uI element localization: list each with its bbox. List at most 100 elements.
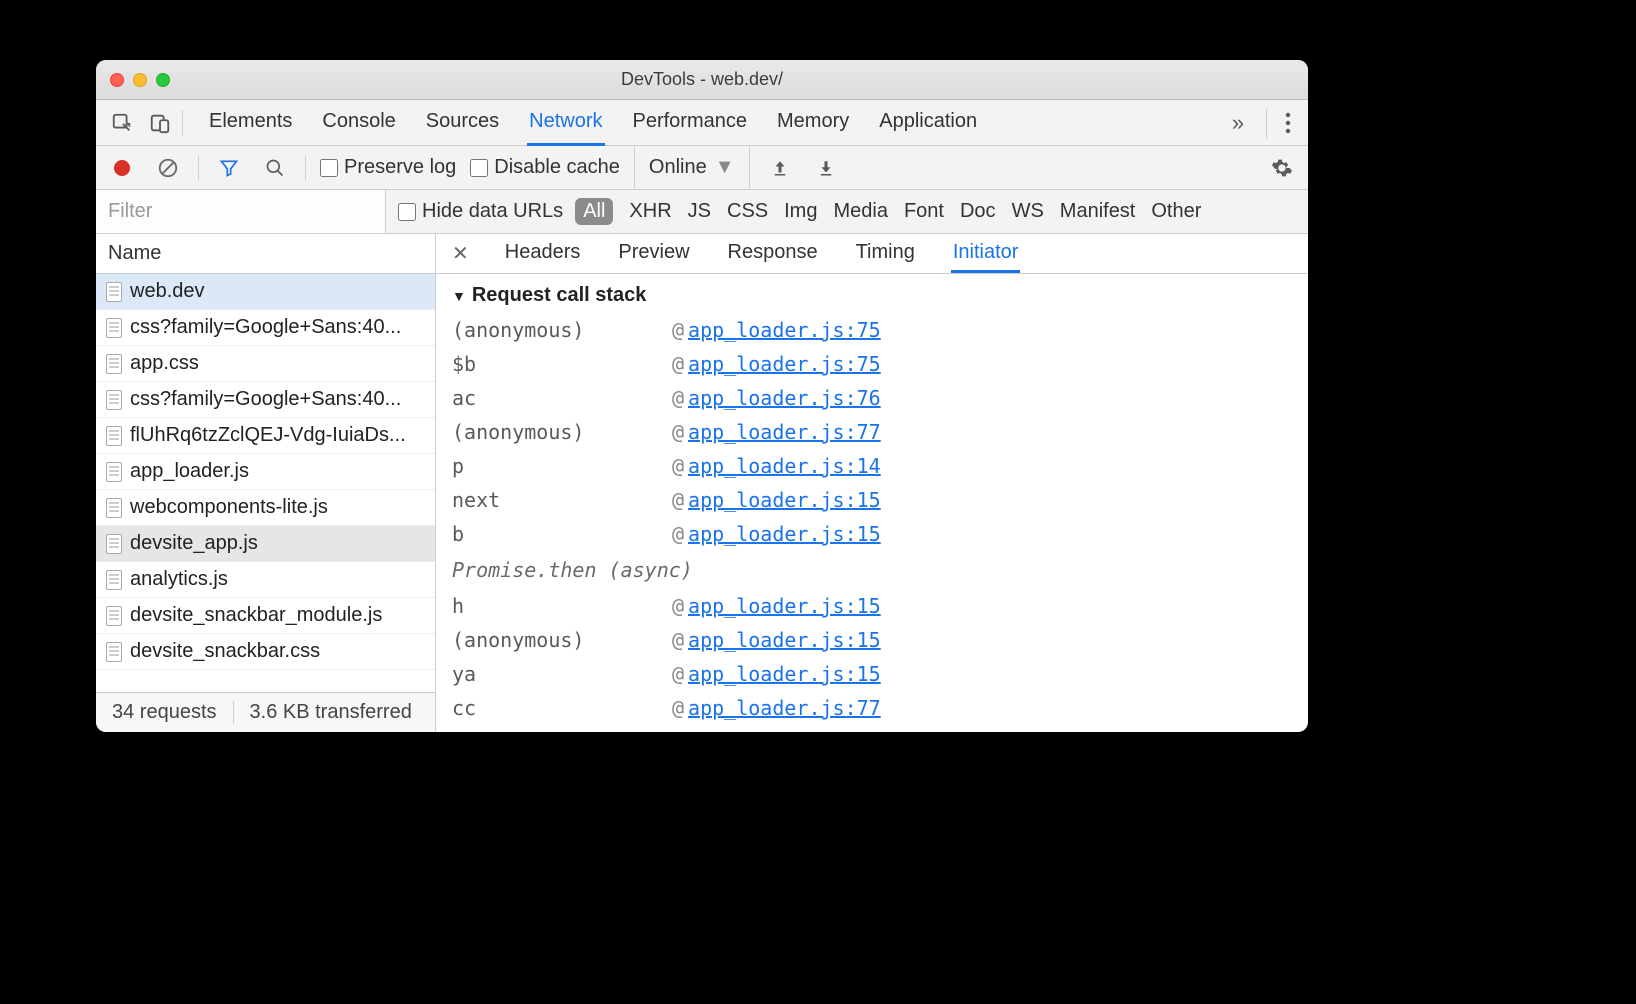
filter-type-js[interactable]: JS [688,200,711,223]
request-row[interactable]: webcomponents-lite.js [96,490,435,526]
stack-frame: (anonymous)@ app_loader.js:77 [452,415,1292,449]
request-row[interactable]: flUhRq6tzZclQEJ-Vdg-IuiaDs... [96,418,435,454]
filter-type-media[interactable]: Media [833,200,887,223]
preserve-log-checkbox[interactable]: Preserve log [320,156,456,179]
request-name: devsite_snackbar_module.js [130,604,382,627]
request-row[interactable]: app.css [96,346,435,382]
record-button[interactable] [106,152,138,184]
document-icon [106,282,122,302]
filter-bar: Hide data URLs All XHR JS CSS Img Media Font Do… [96,190,1308,234]
request-name: app.css [130,352,199,375]
detail-tab-initiator[interactable]: Initiator [951,235,1021,273]
request-row[interactable]: css?family=Google+Sans:40... [96,382,435,418]
search-icon[interactable] [259,152,291,184]
clear-button[interactable] [152,152,184,184]
at-symbol: @ [672,449,684,483]
stack-function: ac [452,381,672,415]
stack-source-link[interactable]: app_loader.js:15 [688,623,881,657]
request-row[interactable]: devsite_snackbar.css [96,634,435,670]
tab-sources[interactable]: Sources [424,100,501,146]
detail-tab-headers[interactable]: Headers [503,235,583,273]
filter-type-img[interactable]: Img [784,200,817,223]
filter-type-other[interactable]: Other [1151,200,1201,223]
stack-frame: next@ app_loader.js:15 [452,483,1292,517]
disable-cache-checkbox[interactable]: Disable cache [470,156,620,179]
request-row[interactable]: devsite_app.js [96,526,435,562]
request-row[interactable]: devsite_snackbar_module.js [96,598,435,634]
stack-function: cc [452,691,672,725]
tab-elements[interactable]: Elements [207,100,294,146]
document-icon [106,318,122,338]
inspect-element-icon[interactable] [106,107,138,139]
filter-type-css[interactable]: CSS [727,200,768,223]
stack-source-link[interactable]: app_loader.js:15 [688,657,881,691]
name-column-header[interactable]: Name [96,234,435,274]
divider [182,110,183,136]
throttling-dropdown[interactable]: Online ▼ [634,146,750,189]
request-row[interactable]: app_loader.js [96,454,435,490]
close-detail-icon[interactable]: ✕ [452,241,469,266]
settings-gear-icon[interactable] [1266,152,1298,184]
stack-frame: h@ app_loader.js:15 [452,589,1292,623]
upload-har-icon[interactable] [764,152,796,184]
tab-application[interactable]: Application [877,100,979,146]
at-symbol: @ [672,483,684,517]
kebab-menu-icon[interactable] [1266,107,1298,139]
call-stack-heading[interactable]: ▼ Request call stack [452,284,1292,307]
stack-function: (anonymous) [452,415,672,449]
stack-source-link[interactable]: app_loader.js:76 [688,381,881,415]
document-icon [106,642,122,662]
document-icon [106,570,122,590]
window-title: DevTools - web.dev/ [96,69,1308,90]
tab-console[interactable]: Console [320,100,397,146]
filter-type-ws[interactable]: WS [1012,200,1044,223]
request-row[interactable]: css?family=Google+Sans:40... [96,310,435,346]
at-symbol: @ [672,623,684,657]
network-main: Name web.devcss?family=Google+Sans:40...… [96,234,1308,732]
detail-tab-response[interactable]: Response [726,235,820,273]
stack-source-link[interactable]: app_loader.js:15 [688,483,881,517]
at-symbol: @ [672,589,684,623]
download-har-icon[interactable] [810,152,842,184]
stack-frame: (anonymous)@ app_loader.js:75 [452,313,1292,347]
stack-frame: $b@ app_loader.js:75 [452,347,1292,381]
filter-input[interactable] [96,190,386,233]
document-icon [106,390,122,410]
stack-function: next [452,483,672,517]
stack-source-link[interactable]: app_loader.js:77 [688,415,881,449]
filter-type-doc[interactable]: Doc [960,200,996,223]
network-toolbar: Preserve log Disable cache Online ▼ [96,146,1308,190]
at-symbol: @ [672,691,684,725]
call-stack-heading-text: Request call stack [472,284,647,307]
hide-data-urls-checkbox[interactable]: Hide data URLs [398,200,563,223]
overflow-tabs-icon[interactable]: » [1222,107,1254,139]
at-symbol: @ [672,517,684,551]
detail-tab-preview[interactable]: Preview [616,235,691,273]
stack-frame: cc@ app_loader.js:77 [452,691,1292,725]
filter-type-manifest[interactable]: Manifest [1060,200,1136,223]
devtools-window: DevTools - web.dev/ Elements Console Sourc… [96,60,1308,732]
request-row[interactable]: analytics.js [96,562,435,598]
device-toolbar-icon[interactable] [144,107,176,139]
stack-source-link[interactable]: app_loader.js:75 [688,313,881,347]
request-name: analytics.js [130,568,228,591]
request-row[interactable]: web.dev [96,274,435,310]
tab-memory[interactable]: Memory [775,100,851,146]
request-name: webcomponents-lite.js [130,496,328,519]
filter-type-all[interactable]: All [575,198,613,225]
filter-toggle-icon[interactable] [213,152,245,184]
tab-network[interactable]: Network [527,100,604,146]
stack-source-link[interactable]: app_loader.js:15 [688,517,881,551]
document-icon [106,354,122,374]
tab-performance[interactable]: Performance [631,100,750,146]
stack-frame: p@ app_loader.js:14 [452,449,1292,483]
filter-type-xhr[interactable]: XHR [629,200,671,223]
detail-tab-timing[interactable]: Timing [854,235,917,273]
stack-frame: ac@ app_loader.js:76 [452,381,1292,415]
stack-source-link[interactable]: app_loader.js:15 [688,589,881,623]
filter-type-font[interactable]: Font [904,200,944,223]
stack-source-link[interactable]: app_loader.js:75 [688,347,881,381]
stack-source-link[interactable]: app_loader.js:14 [688,449,881,483]
document-icon [106,606,122,626]
stack-source-link[interactable]: app_loader.js:77 [688,691,881,725]
